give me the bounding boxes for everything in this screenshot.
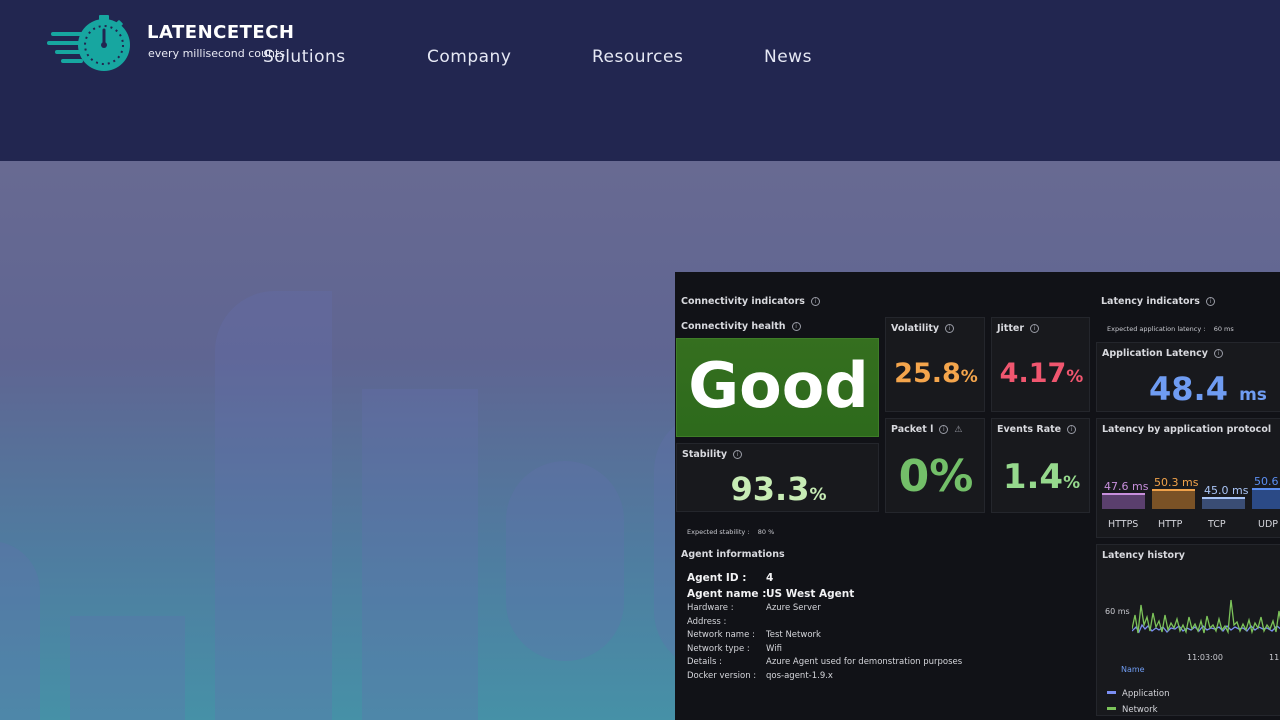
stopwatch-icon	[47, 15, 130, 71]
legend-swatch	[1107, 691, 1116, 694]
application-latency-title: Application Latency i	[1102, 348, 1223, 359]
nav-resources[interactable]: Resources	[592, 47, 683, 67]
legend-item[interactable]: Network	[1107, 697, 1158, 716]
nav-solutions[interactable]: Solutions	[263, 47, 346, 67]
protocol-bar-label: UDP	[1258, 519, 1278, 530]
packet-loss-value: 0%	[898, 451, 974, 502]
dashboard-preview: Connectivity indicators i Connectivity he…	[675, 272, 1280, 720]
agent-info-key: Network name :	[687, 630, 755, 640]
agent-info-key: Docker version :	[687, 671, 757, 681]
latency-indicators-title: Latency indicators i	[1101, 296, 1215, 307]
legend-label: Network	[1122, 705, 1158, 715]
info-icon: i	[791, 322, 801, 331]
events-rate-title: Events Rate i	[997, 424, 1077, 435]
packet-loss-panel: Packet l i ⚠ 0%	[885, 418, 985, 513]
packet-loss-title: Packet l i ⚠	[891, 424, 963, 435]
info-icon: i	[1213, 349, 1223, 358]
volatility-value: 25.8%	[894, 358, 978, 389]
agent-info-key: Network type :	[687, 644, 750, 654]
background-shape	[70, 616, 185, 720]
agent-info-row: Details : Azure Agent used for demonstrat…	[687, 657, 962, 667]
events-rate-value: 1.4%	[1002, 457, 1081, 497]
agent-info-row: Agent name :US West Agent	[687, 588, 854, 600]
background-shape	[215, 291, 332, 720]
agent-info-value: Test Network	[766, 630, 821, 640]
info-icon: i	[1030, 324, 1040, 333]
agent-info-value: Wifi	[766, 644, 782, 654]
history-x-tick-1: 11:03:00	[1187, 653, 1223, 662]
connectivity-health-value: Good	[688, 349, 869, 422]
protocol-bar	[1202, 497, 1245, 509]
agent-info-key: Hardware :	[687, 603, 734, 613]
volatility-title: Volatility i	[891, 323, 955, 334]
application-latency-panel: Application Latency i 48.4 ms	[1096, 342, 1280, 412]
agent-info-row: Network name : Test Network	[687, 630, 821, 640]
agent-info-value: qos-agent-1.9.x	[766, 671, 833, 681]
agent-info-value: US West Agent	[766, 588, 855, 600]
protocol-bar	[1102, 492, 1145, 509]
events-rate-panel: Events Rate i 1.4%	[991, 418, 1090, 513]
agent-info-row: Network type : Wifi	[687, 644, 782, 654]
brand-logo[interactable]: LATENCETECH every millisecond counts	[46, 14, 296, 74]
agent-info-key: Address :	[687, 617, 727, 627]
agent-info-value: Azure Server	[766, 603, 821, 613]
agent-info-row: Agent ID : 4	[687, 572, 773, 584]
connectivity-health-panel: Good	[676, 338, 879, 437]
jitter-title: Jitter i	[997, 323, 1040, 334]
nav-news[interactable]: News	[764, 47, 812, 67]
connectivity-health-title: Connectivity health i	[681, 321, 801, 332]
protocol-bar-label: HTTPS	[1108, 519, 1139, 530]
protocol-bar	[1152, 488, 1195, 509]
protocol-bar	[1252, 488, 1280, 509]
protocol-bar-value: 45.0 ms	[1204, 484, 1249, 497]
legend-header[interactable]: Name	[1121, 665, 1145, 674]
agent-info-row: Docker version : qos-agent-1.9.x	[687, 671, 833, 681]
protocol-latency-title: Latency by application protocol	[1102, 424, 1272, 435]
history-y-tick: 60 ms	[1105, 607, 1130, 616]
agent-info-row: Address :	[687, 617, 766, 627]
background-shape	[362, 389, 478, 720]
agent-info-value: Azure Agent used for demonstration purpo…	[766, 657, 963, 667]
application-latency-value: 48.4 ms	[1149, 370, 1267, 408]
background-shape	[0, 541, 40, 720]
agent-info-key: Details :	[687, 657, 723, 667]
legend-swatch	[1107, 707, 1116, 710]
jitter-panel: Jitter i 4.17%	[991, 317, 1090, 412]
info-icon: i	[1067, 425, 1077, 434]
connectivity-indicators-title: Connectivity indicators i	[681, 296, 820, 307]
latency-history-panel: Latency history 60 ms 11:03:00 11:04 Nam…	[1096, 544, 1280, 716]
brand-name: LATENCETECH	[147, 22, 295, 43]
protocol-bar-label: TCP	[1208, 519, 1226, 530]
latency-history-title: Latency history	[1102, 550, 1185, 561]
agent-info-title: Agent informations	[681, 549, 785, 560]
jitter-value: 4.17%	[999, 358, 1084, 389]
stability-panel: Stability i 93.3%	[676, 443, 879, 512]
protocol-bar-label: HTTP	[1158, 519, 1183, 530]
protocol-latency-panel: Latency by application protocol 47.6 ms H…	[1096, 418, 1280, 538]
info-icon: i	[810, 297, 820, 306]
info-icon: i	[945, 324, 955, 333]
background-shape	[506, 461, 624, 661]
protocol-bar-value: 50.3 ms	[1154, 475, 1199, 489]
stability-value: 93.3%	[730, 470, 827, 508]
agent-info-key: Agent name :	[687, 588, 767, 600]
protocol-bar-value: 47.6 ms	[1104, 479, 1149, 493]
history-x-tick-2: 11:04	[1269, 653, 1280, 662]
info-icon: i	[733, 450, 743, 459]
agent-info-value: 4	[766, 572, 774, 584]
stability-title: Stability i	[682, 449, 743, 460]
expected-latency: Expected application latency : 60 ms	[1107, 325, 1234, 333]
agent-info-row: Hardware : Azure Server	[687, 603, 821, 613]
protocol-bar-value: 50.6	[1254, 475, 1279, 489]
info-icon: i	[1205, 297, 1215, 306]
expected-stability: Expected stability : 80 %	[687, 528, 775, 536]
nav-company[interactable]: Company	[427, 47, 511, 67]
site-header: LATENCETECH every millisecond counts Sol…	[0, 0, 1280, 161]
agent-info-key: Agent ID :	[687, 572, 747, 584]
volatility-panel: Volatility i 25.8%	[885, 317, 985, 412]
info-icon: i	[939, 425, 949, 434]
warning-icon: ⚠	[954, 425, 963, 435]
latency-history-chart	[1132, 599, 1280, 635]
